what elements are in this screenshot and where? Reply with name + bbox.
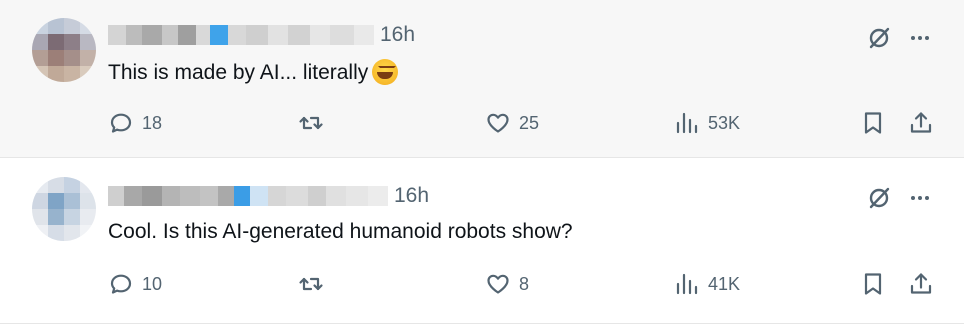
like-button[interactable]: 8 — [485, 269, 529, 299]
views-icon — [676, 273, 698, 295]
redacted-username[interactable] — [108, 25, 374, 45]
grinning-squinting-face-icon — [372, 59, 399, 85]
views-icon — [676, 112, 698, 134]
repost-button[interactable] — [298, 108, 332, 138]
view-count: 53K — [708, 113, 741, 133]
more-icon[interactable] — [906, 24, 934, 52]
like-count: 25 — [519, 113, 540, 133]
reply-count: 18 — [142, 113, 163, 133]
tweet-actions: 18 25 53K — [0, 108, 964, 138]
author-row: 16h — [108, 24, 415, 45]
grok-icon[interactable] — [865, 24, 893, 52]
reply-feed: 16h This is made by AI... literally 18 2… — [0, 0, 964, 324]
repost-icon — [299, 277, 323, 291]
bookmark-button[interactable] — [860, 269, 886, 299]
reply-button[interactable]: 10 — [108, 269, 162, 299]
author-row: 16h — [108, 185, 429, 206]
like-count: 8 — [519, 274, 530, 294]
reply-count: 10 — [142, 274, 163, 294]
view-count: 41K — [708, 274, 741, 294]
reply-button[interactable]: 18 — [108, 108, 162, 138]
repost-icon — [299, 116, 323, 130]
share-button[interactable] — [908, 269, 934, 299]
avatar[interactable] — [32, 18, 96, 82]
more-icon[interactable] — [906, 184, 934, 212]
share-icon — [910, 112, 932, 133]
heart-icon — [487, 113, 509, 133]
timestamp[interactable]: 16h — [380, 24, 415, 45]
tweet-text-content: This is made by AI... literally — [108, 61, 369, 84]
share-button[interactable] — [908, 108, 934, 138]
tweet-actions: 10 8 41K — [0, 269, 964, 299]
bookmark-button[interactable] — [860, 108, 886, 138]
tweet-text: This is made by AI... literally — [108, 59, 399, 86]
avatar-pixelated-image — [32, 177, 96, 241]
reply-icon — [110, 113, 132, 133]
redacted-username[interactable] — [108, 186, 388, 206]
grok-icon[interactable] — [865, 184, 893, 212]
bookmark-icon — [864, 273, 882, 295]
repost-button[interactable] — [298, 269, 332, 299]
tweet-text: Cool. Is this AI-generated humanoid robo… — [108, 220, 573, 243]
views-button[interactable]: 41K — [674, 269, 740, 299]
tweet[interactable]: 16h Cool. Is this AI-generated humanoid … — [0, 159, 964, 324]
avatar-pixelated-image — [32, 18, 96, 82]
heart-icon — [487, 274, 509, 294]
share-icon — [910, 273, 932, 294]
views-button[interactable]: 53K — [674, 108, 740, 138]
reply-icon — [110, 274, 132, 294]
avatar[interactable] — [32, 177, 96, 241]
bookmark-icon — [864, 112, 882, 134]
like-button[interactable]: 25 — [485, 108, 539, 138]
timestamp[interactable]: 16h — [394, 185, 429, 206]
tweet[interactable]: 16h This is made by AI... literally 18 2… — [0, 0, 964, 158]
